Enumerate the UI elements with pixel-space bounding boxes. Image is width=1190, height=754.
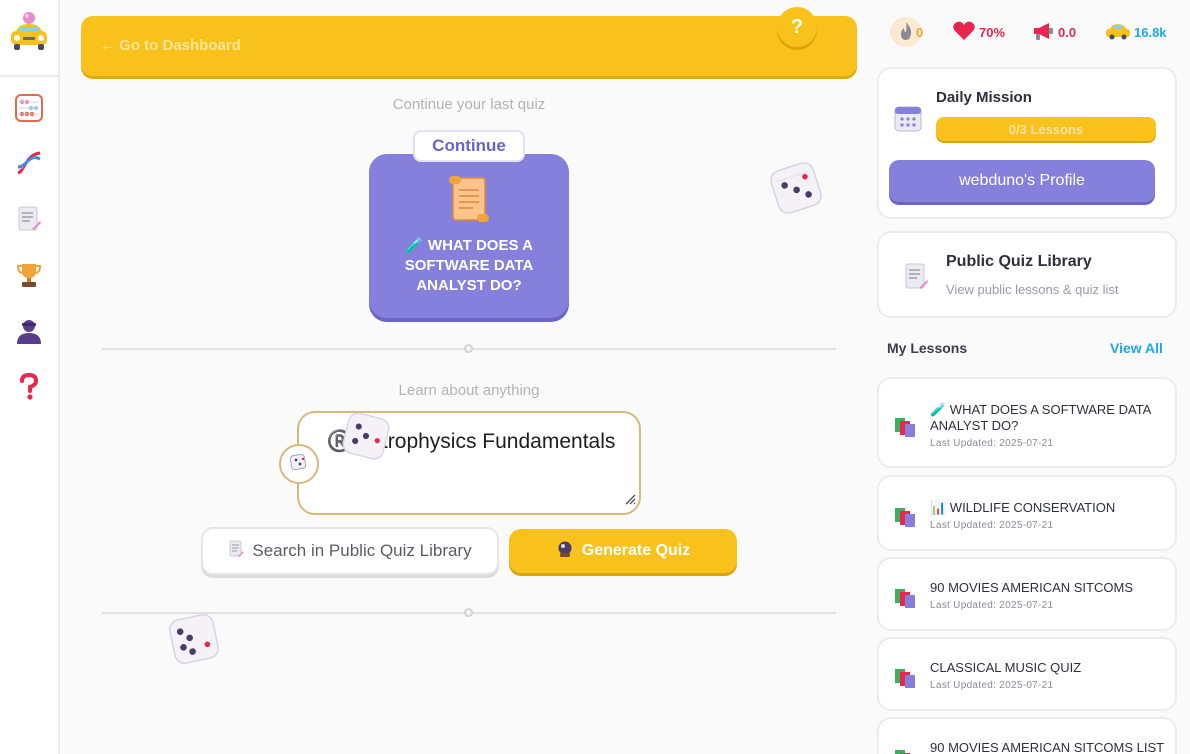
generate-quiz-button[interactable]: Generate Quiz xyxy=(509,529,737,573)
health-stat: 70% xyxy=(952,18,1005,46)
heart-icon xyxy=(952,20,976,45)
scroll-icon xyxy=(447,174,491,229)
question-mark-icon[interactable] xyxy=(12,370,46,404)
view-all-link[interactable]: View All xyxy=(1110,340,1163,356)
books-icon xyxy=(893,587,917,614)
help-button[interactable]: ? xyxy=(777,7,817,47)
profile-button[interactable]: webduno's Profile xyxy=(889,160,1155,202)
lesson-item[interactable]: Classical Music Quiz Last Updated: 2025-… xyxy=(877,637,1177,711)
last-quiz-title: 🧪 What does a software data analyst do? xyxy=(404,237,534,294)
library-subtitle: View public lessons & quiz list xyxy=(946,282,1119,297)
lesson-item[interactable]: 90 Movies American Sitcoms List xyxy=(877,717,1177,754)
fire-icon xyxy=(898,21,914,44)
mission-progress-bar: 0/3 Lessons xyxy=(936,117,1156,141)
lesson-title: 🧪 What does a software data analyst do? xyxy=(930,402,1151,433)
books-icon xyxy=(893,506,917,533)
abacus-icon[interactable] xyxy=(12,91,46,125)
megaphone-icon xyxy=(1031,20,1055,45)
dice-icon xyxy=(340,410,392,467)
books-icon xyxy=(893,416,917,443)
learn-caption: Learn about anything xyxy=(398,382,540,399)
trophy-icon[interactable] xyxy=(12,258,46,292)
sidebar xyxy=(0,0,60,754)
lesson-title: 90 Movies American Sitcoms xyxy=(930,580,1133,595)
taxi-logo-icon[interactable] xyxy=(8,10,50,54)
rail-divider xyxy=(0,75,58,77)
calendar-icon xyxy=(893,103,923,138)
generate-quiz-label: Generate Quiz xyxy=(581,542,691,559)
document-icon xyxy=(903,262,929,297)
lesson-updated: Last Updated: 2025-07-21 xyxy=(930,520,1054,531)
coins-stat: 16.8k xyxy=(1105,18,1167,46)
user-profile-icon[interactable] xyxy=(12,314,46,348)
search-public-library-button[interactable]: Search in Public Quiz Library xyxy=(201,527,499,575)
lesson-title: Classical Music Quiz xyxy=(930,660,1082,675)
go-to-dashboard-link[interactable]: ← Go to Dashboard xyxy=(100,37,241,54)
taxi-icon xyxy=(1105,21,1131,44)
my-lessons-heading: My Lessons xyxy=(887,340,968,356)
streak-count: 0 xyxy=(916,24,924,40)
books-icon xyxy=(893,745,917,754)
lesson-updated: Last Updated: 2025-07-21 xyxy=(930,600,1054,611)
dashboard-banner: ← Go to Dashboard xyxy=(81,16,857,76)
continue-button[interactable]: Continue xyxy=(413,130,525,162)
lesson-updated: Last Updated: 2025-07-21 xyxy=(930,680,1054,691)
daily-mission-card: Daily Mission 0/3 Lessons webduno's Prof… xyxy=(877,67,1177,219)
stats-bar: 0 70% 0.0 16.8k xyxy=(890,17,1180,47)
section-divider xyxy=(102,344,836,353)
search-public-library-label: Search in Public Quiz Library xyxy=(252,541,472,560)
continue-caption: Continue your last quiz xyxy=(392,96,546,113)
lesson-updated: Last Updated: 2025-07-21 xyxy=(930,438,1054,449)
document-icon xyxy=(228,540,244,563)
health-value: 70% xyxy=(979,24,1006,40)
library-title: Public Quiz Library xyxy=(946,253,1092,270)
public-quiz-library-card[interactable]: Public Quiz Library View public lessons … xyxy=(877,231,1177,318)
lesson-item[interactable]: 90 Movies American Sitcoms Last Updated:… xyxy=(877,557,1177,631)
boost-value: 0.0 xyxy=(1058,24,1077,40)
lesson-title: 90 Movies American Sitcoms List xyxy=(930,740,1165,754)
resize-handle-icon[interactable] xyxy=(623,492,637,511)
coins-value: 16.8k xyxy=(1134,24,1167,40)
dice-icon xyxy=(768,160,824,221)
dice-icon xyxy=(166,611,222,672)
last-quiz-card[interactable]: 🧪 What does a software data analyst do? xyxy=(369,154,569,318)
lesson-item[interactable]: 🧪 What does a software data analyst do? … xyxy=(877,377,1177,468)
crystal-ball-icon xyxy=(556,540,574,563)
lesson-item[interactable]: 📊 Wildlife Conservation Last Updated: 20… xyxy=(877,475,1177,551)
boost-stat: 0.0 xyxy=(1031,18,1076,46)
lesson-title: 📊 Wildlife Conservation xyxy=(930,500,1116,515)
document-icon[interactable] xyxy=(12,202,46,236)
books-icon xyxy=(893,667,917,694)
daily-mission-title: Daily Mission xyxy=(936,89,1032,106)
small-dice-icon xyxy=(289,452,309,477)
dna-icon[interactable] xyxy=(12,146,46,180)
random-topic-button[interactable] xyxy=(279,444,319,484)
